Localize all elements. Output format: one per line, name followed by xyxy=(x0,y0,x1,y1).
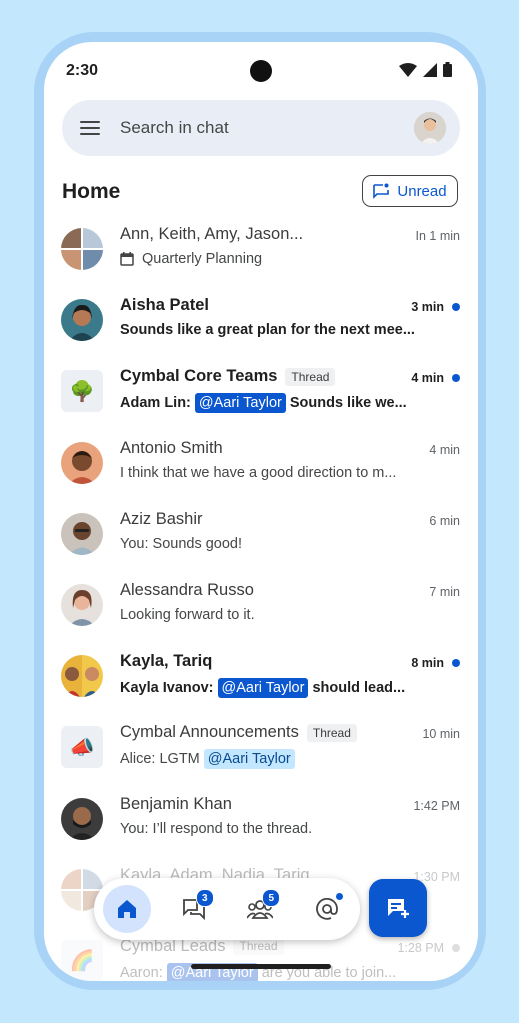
chat-row[interactable]: Benjamin Khan 1:42 PM You: I’ll respond … xyxy=(44,788,478,859)
nav-spaces[interactable]: 5 xyxy=(236,885,284,933)
mention-dot xyxy=(335,893,343,900)
chat-badge: 3 xyxy=(195,889,214,907)
avatar xyxy=(61,583,103,626)
chat-row[interactable]: Aisha Patel 3 min Sounds like a great pl… xyxy=(44,289,478,360)
search-input[interactable]: Search in chat xyxy=(120,118,414,138)
chat-name: Benjamin Khan xyxy=(120,794,232,813)
space-avatar: 🌈 xyxy=(61,939,103,981)
chat-name: Alessandra Russo xyxy=(120,580,254,599)
chat-preview: Kayla Ivanov: @Aari Taylor should lead..… xyxy=(120,678,406,699)
chat-row[interactable]: Kayla, Tariq 8 min Kayla Ivanov: @Aari T… xyxy=(44,645,478,716)
chat-preview: Looking forward to it. xyxy=(120,606,255,623)
chat-preview: Sounds like a great plan for the next me… xyxy=(120,322,415,339)
chat-row[interactable]: Ann, Keith, Amy, Jason... In 1 min Quart… xyxy=(44,218,478,289)
chat-name: Antonio Smith xyxy=(120,438,223,457)
status-time: 2:30 xyxy=(66,62,99,79)
wifi-icon xyxy=(399,62,417,77)
camera-cutout xyxy=(250,60,272,82)
gesture-bar xyxy=(191,964,331,969)
chat-time: 4 min xyxy=(429,442,460,457)
chat-preview: Adam Lin: @Aari Taylor Sounds like we... xyxy=(120,393,407,414)
chat-time: 6 min xyxy=(429,513,460,528)
battery-icon xyxy=(443,62,452,77)
chat-name: Aisha Patel xyxy=(120,296,209,315)
unread-dot xyxy=(452,659,460,668)
unread-filter-button[interactable]: Unread xyxy=(362,175,458,207)
cell-signal-icon xyxy=(423,62,437,77)
chat-time: 8 min xyxy=(411,656,460,670)
thread-chip: Thread xyxy=(306,723,357,742)
chat-preview: Quarterly Planning xyxy=(120,251,262,267)
chat-preview: You: I’ll respond to the thread. xyxy=(120,820,313,837)
space-avatar: 🌳 xyxy=(61,370,103,413)
unread-chat-icon xyxy=(373,183,390,199)
bottom-navigation: 3 5 xyxy=(94,878,360,940)
app-screen: 2:30 Search in chat Home Unread Ann, Kei… xyxy=(44,42,478,981)
chat-preview: You: Sounds good! xyxy=(120,535,243,552)
account-avatar[interactable] xyxy=(414,112,446,144)
chat-time: 1:42 PM xyxy=(413,798,460,813)
unread-dot xyxy=(452,303,460,312)
unread-dot xyxy=(452,374,460,383)
tree-icon: 🌳 xyxy=(69,380,95,403)
nav-home[interactable] xyxy=(103,885,152,933)
thread-chip: Thread xyxy=(233,937,284,956)
megaphone-icon: 📣 xyxy=(69,736,95,759)
chat-preview: I think that we have a good direction to… xyxy=(120,464,397,481)
avatar xyxy=(61,299,103,342)
unread-dot xyxy=(452,943,460,952)
chat-name: Kayla, Tariq xyxy=(120,652,213,671)
avatar xyxy=(61,441,103,484)
mention-chip[interactable]: @Aari Taylor xyxy=(194,393,286,414)
new-chat-icon xyxy=(388,899,409,918)
page-title: Home xyxy=(62,180,121,203)
at-sign-icon xyxy=(315,898,338,920)
chat-time: In 1 min xyxy=(415,229,460,243)
chat-time: 1:28 PM xyxy=(397,941,460,955)
chat-name: Ann, Keith, Amy, Jason... xyxy=(120,225,304,243)
chat-time: 10 min xyxy=(422,727,460,742)
mention-chip[interactable]: @Aari Taylor xyxy=(217,678,309,699)
calendar-icon xyxy=(120,252,134,266)
nav-chat[interactable]: 3 xyxy=(170,885,218,933)
avatar xyxy=(61,512,103,555)
nav-mentions[interactable] xyxy=(303,885,351,933)
chat-time: 7 min xyxy=(429,584,460,599)
unread-label: Unread xyxy=(397,182,447,200)
chat-name: Cymbal Core Teams Thread xyxy=(120,367,336,386)
spaces-badge: 5 xyxy=(262,889,281,907)
mention-chip[interactable]: @Aari Taylor xyxy=(203,749,295,770)
group-avatar xyxy=(61,228,103,270)
chat-row[interactable]: Aziz Bashir 6 min You: Sounds good! xyxy=(44,503,478,574)
chat-row[interactable]: 🌳 Cymbal Core Teams Thread 4 min Adam Lin… xyxy=(44,360,478,431)
menu-icon[interactable] xyxy=(80,118,100,138)
chat-name: Aziz Bashir xyxy=(120,509,203,528)
new-chat-button[interactable] xyxy=(369,879,427,937)
chat-row[interactable]: Antonio Smith 4 min I think that we have… xyxy=(44,432,478,503)
home-icon xyxy=(118,900,137,918)
status-icons xyxy=(399,62,452,77)
avatar xyxy=(61,797,103,840)
chat-preview: Alice: LGTM @Aari Taylor xyxy=(120,749,295,770)
search-bar[interactable]: Search in chat xyxy=(62,100,460,156)
space-avatar: 📣 xyxy=(61,726,103,769)
chat-time: 4 min xyxy=(411,371,460,385)
chat-time: 3 min xyxy=(411,300,460,314)
thread-chip: Thread xyxy=(285,367,336,386)
chat-row[interactable]: Alessandra Russo 7 min Looking forward t… xyxy=(44,574,478,645)
chat-list: Ann, Keith, Amy, Jason... In 1 min Quart… xyxy=(44,218,478,981)
group-avatar xyxy=(61,655,103,698)
chat-row[interactable]: 📣 Cymbal Announcements Thread 10 min Alic… xyxy=(44,716,478,787)
chat-name: Cymbal Announcements Thread xyxy=(120,723,357,742)
rainbow-icon: 🌈 xyxy=(69,950,95,973)
